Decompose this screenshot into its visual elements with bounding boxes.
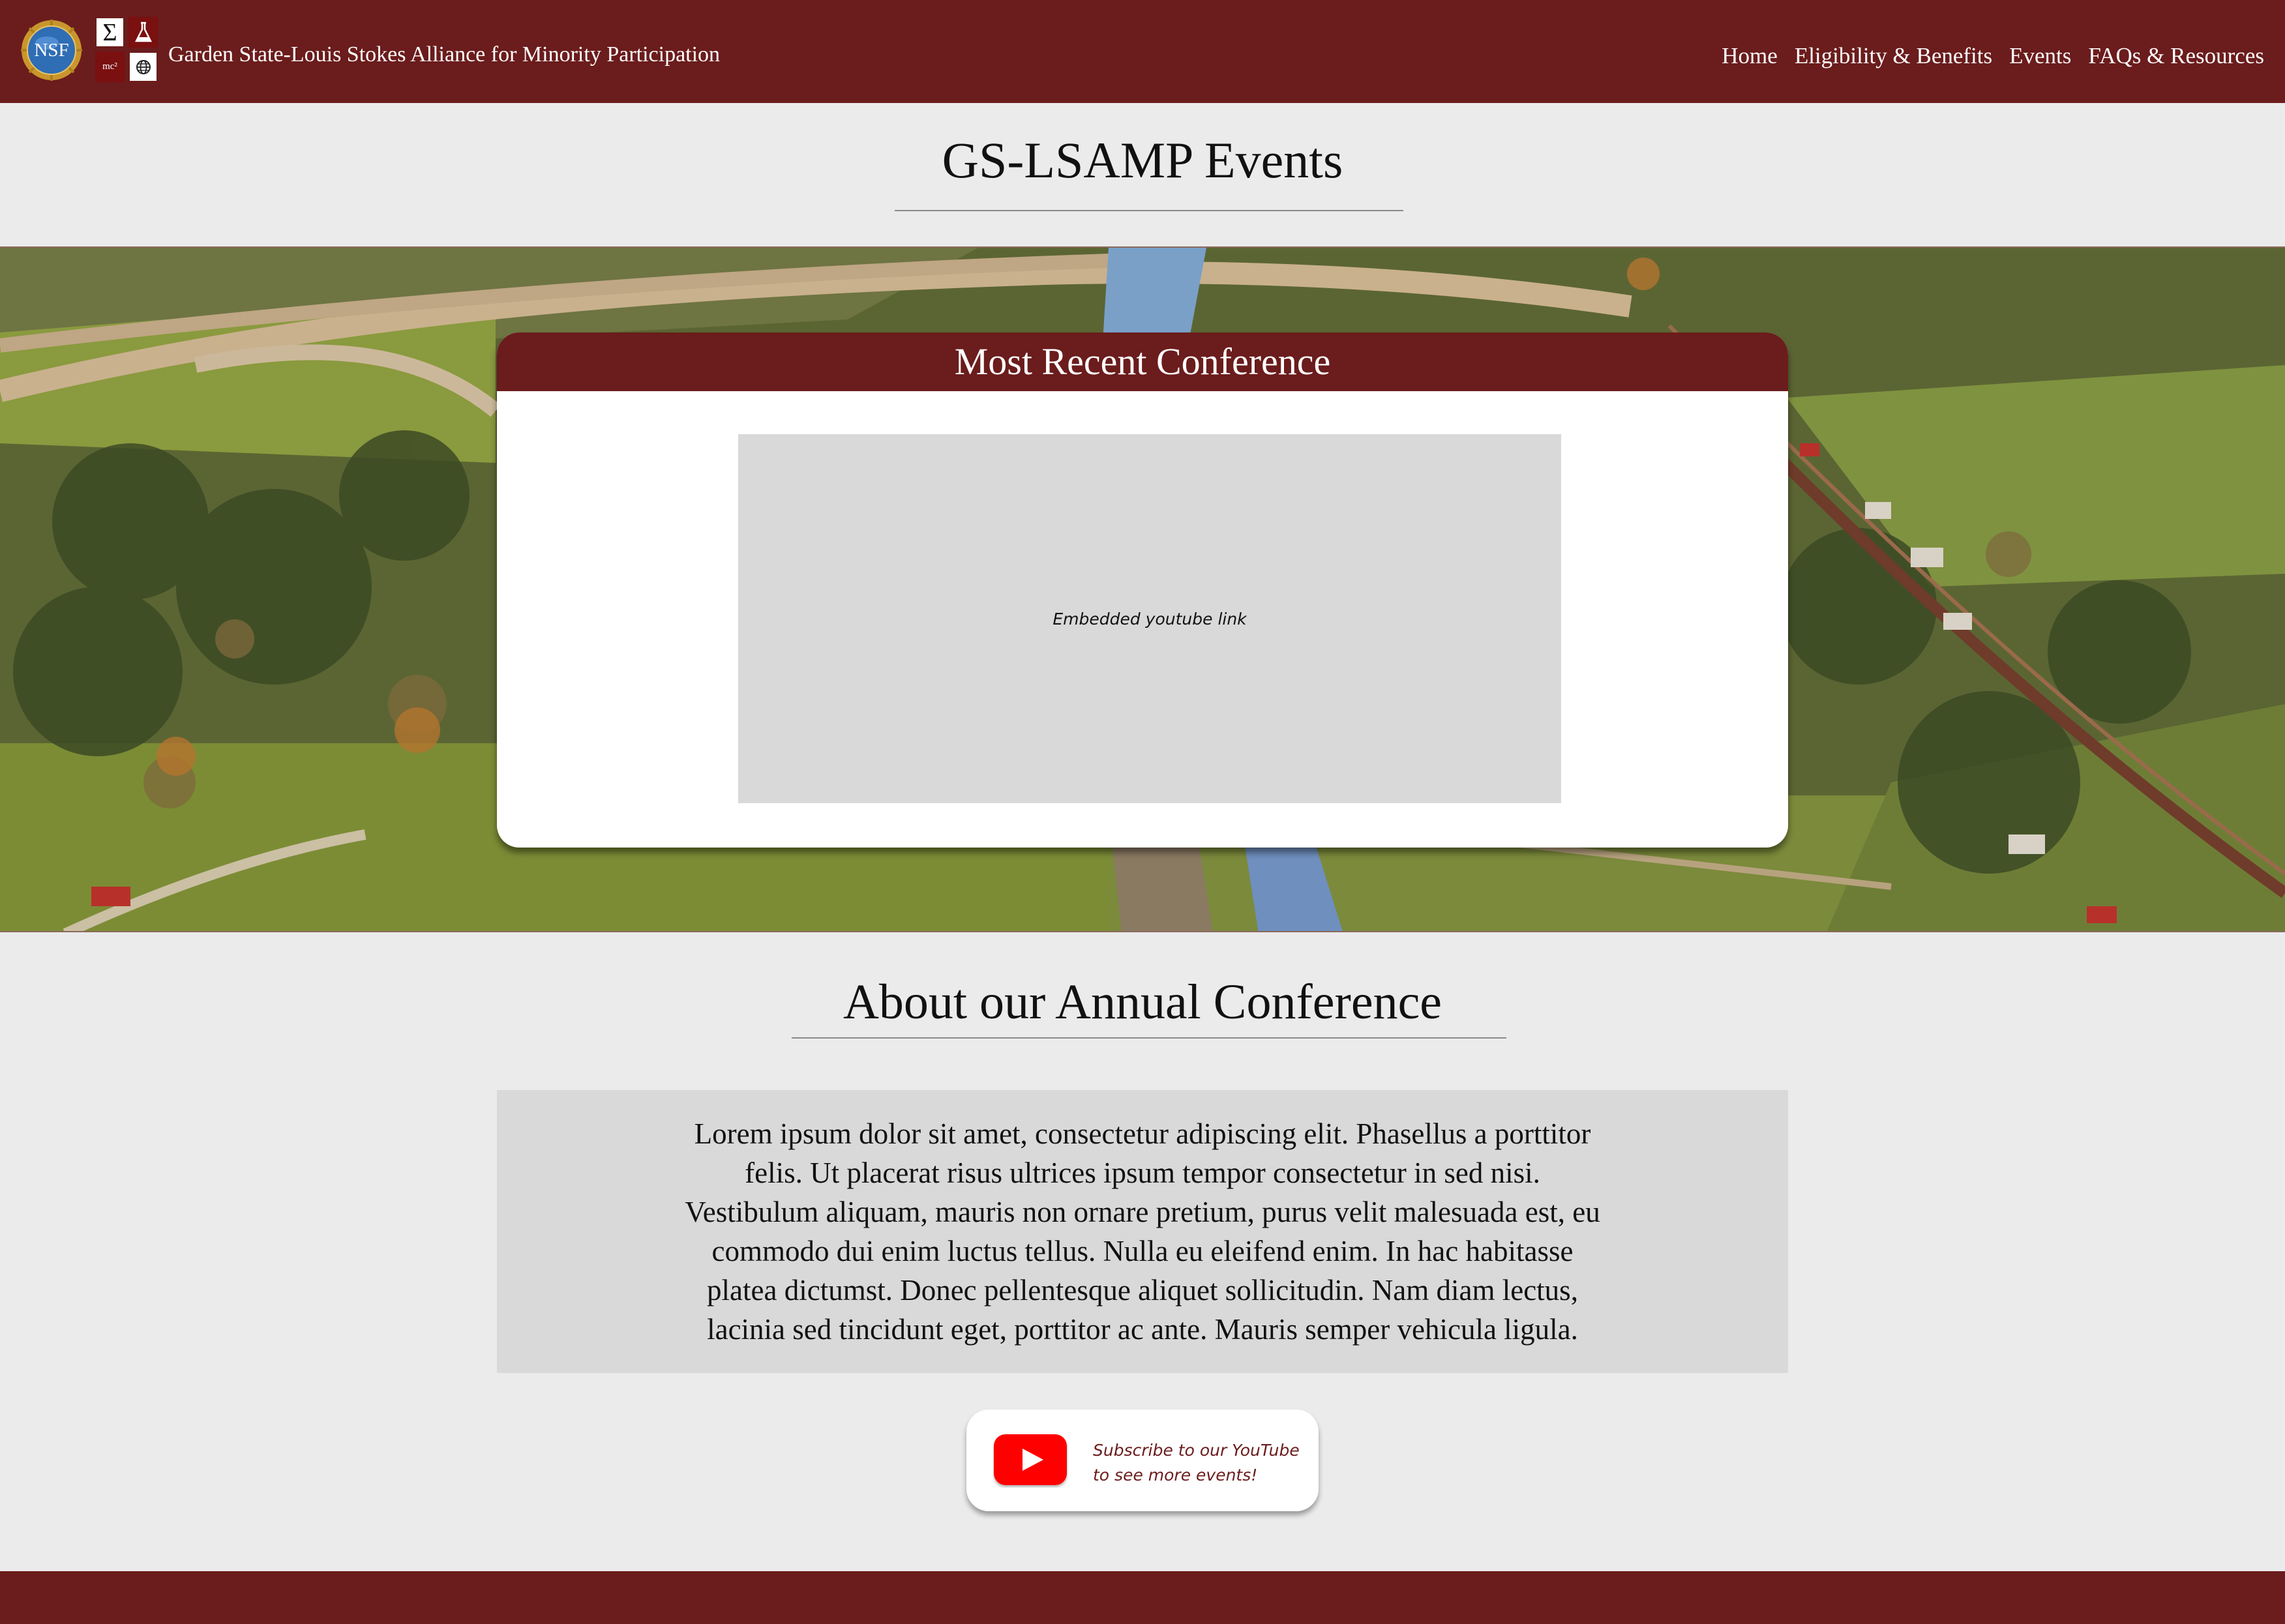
nav-eligibility-benefits[interactable]: Eligibility & Benefits <box>1795 43 1992 69</box>
site-header: NSF Σ mc² Garden State-Louis Stokes Alli… <box>0 0 2285 103</box>
youtube-embed-label: Embedded youtube link <box>1053 609 1247 628</box>
main-nav: Home Eligibility & Benefits Events FAQs … <box>1722 43 2264 69</box>
nsf-logo[interactable]: NSF <box>20 18 83 82</box>
youtube-subscribe-line1: Subscribe to our YouTube <box>1093 1441 1300 1460</box>
globe-icon <box>128 52 158 82</box>
youtube-subscribe-text: Subscribe to our YouTube to see more eve… <box>1093 1438 1308 1488</box>
youtube-subscribe-line2: to see more events! <box>1093 1466 1258 1484</box>
about-conference-panel: Lorem ipsum dolor sit amet, consectetur … <box>497 1090 1788 1373</box>
hero-banner: Most Recent Conference Embedded youtube … <box>0 246 2285 932</box>
nav-events[interactable]: Events <box>2009 43 2071 69</box>
about-conference-text: Lorem ipsum dolor sit amet, consectetur … <box>685 1117 1600 1346</box>
youtube-embed-placeholder[interactable]: Embedded youtube link <box>738 434 1561 803</box>
about-divider <box>792 1037 1506 1039</box>
about-conference-heading: About our Annual Conference <box>843 975 1442 1029</box>
mc2-icon: mc² <box>95 52 125 82</box>
nsf-logo-text: NSF <box>34 40 68 61</box>
site-footer <box>0 1571 2285 1624</box>
page-title: GS-LSAMP Events <box>942 132 1343 188</box>
youtube-play-icon <box>994 1434 1067 1485</box>
sigma-icon: Σ <box>95 17 125 48</box>
site-title[interactable]: Garden State-Louis Stokes Alliance for M… <box>168 42 720 68</box>
youtube-subscribe-button[interactable]: Subscribe to our YouTube to see more eve… <box>966 1410 1319 1511</box>
science-logo: Σ mc² <box>95 17 159 83</box>
flask-icon <box>128 17 158 48</box>
nav-home[interactable]: Home <box>1722 43 1778 69</box>
recent-conference-heading: Most Recent Conference <box>497 332 1788 391</box>
recent-conference-card: Most Recent Conference Embedded youtube … <box>497 332 1788 848</box>
nav-faqs-resources[interactable]: FAQs & Resources <box>2088 43 2264 69</box>
title-divider <box>895 210 1403 211</box>
